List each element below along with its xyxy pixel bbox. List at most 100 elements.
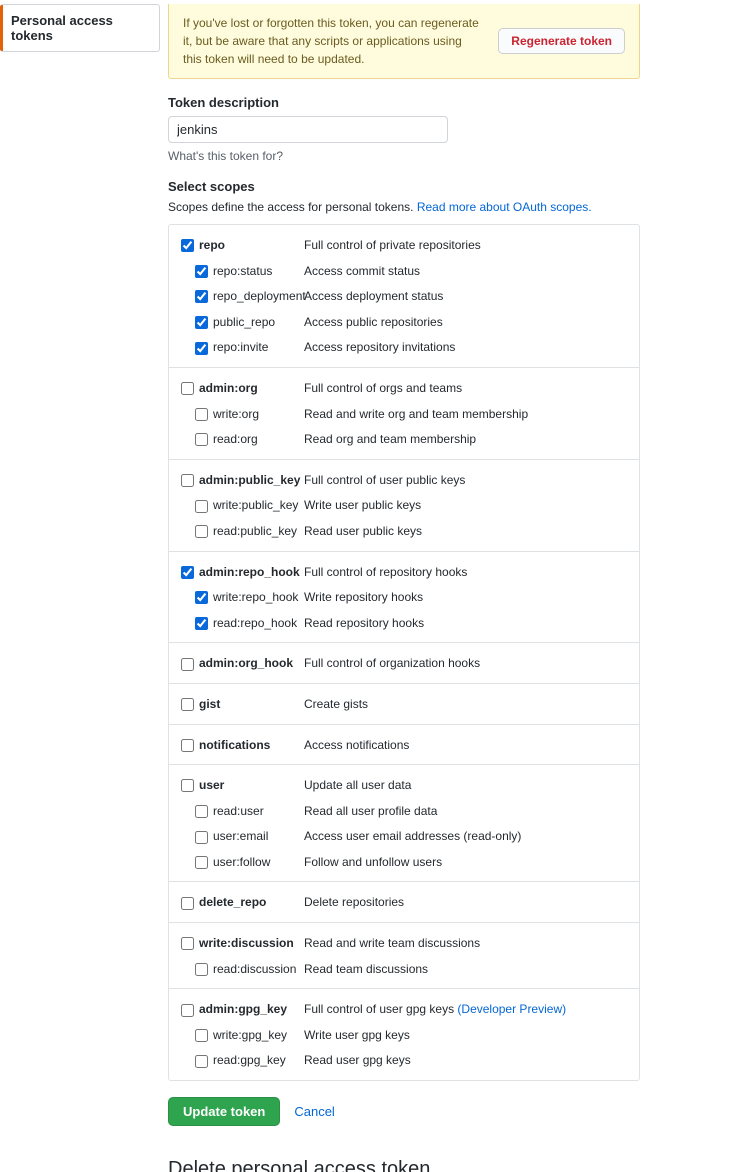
scope-group: gistCreate gists [169, 683, 639, 724]
scope-row: admin:org_hookFull control of organizati… [169, 651, 639, 677]
scope-checkbox[interactable] [195, 805, 208, 818]
regenerate-warning-banner: If you've lost or forgotten this token, … [168, 4, 640, 79]
scope-checkbox-cell [181, 779, 199, 792]
scope-checkbox[interactable] [181, 739, 194, 752]
scope-checkbox[interactable] [195, 290, 208, 303]
scope-checkbox[interactable] [195, 433, 208, 446]
scope-group: admin:public_keyFull control of user pub… [169, 459, 639, 551]
scope-checkbox-cell [181, 897, 199, 910]
scope-description: Create gists [304, 694, 627, 716]
scope-checkbox-cell [181, 739, 199, 752]
scope-row: notificationsAccess notifications [169, 733, 639, 759]
scope-checkbox-cell [181, 265, 213, 278]
scope-checkbox[interactable] [181, 566, 194, 579]
scope-checkbox[interactable] [195, 500, 208, 513]
scope-description: Read and write org and team membership [304, 404, 627, 426]
token-description-help: What's this token for? [168, 149, 640, 163]
scope-name: write:discussion [199, 933, 304, 955]
scope-row: read:orgRead org and team membership [169, 427, 639, 453]
update-token-button[interactable]: Update token [168, 1097, 280, 1126]
scope-checkbox[interactable] [181, 474, 194, 487]
scope-description: Update all user data [304, 775, 627, 797]
scope-checkbox[interactable] [195, 1055, 208, 1068]
scope-row: read:repo_hookRead repository hooks [169, 611, 639, 637]
main-content: If you've lost or forgotten this token, … [168, 4, 750, 1172]
regenerate-token-button[interactable]: Regenerate token [498, 28, 625, 54]
form-actions: Update token Cancel [168, 1097, 640, 1126]
scope-checkbox[interactable] [181, 937, 194, 950]
scope-row: admin:gpg_keyFull control of user gpg ke… [169, 997, 639, 1023]
scope-description: Read repository hooks [304, 613, 627, 635]
scope-description: Full control of user gpg keys (Developer… [304, 999, 627, 1021]
scope-checkbox-cell [181, 316, 213, 329]
scope-row: write:discussionRead and write team disc… [169, 931, 639, 957]
scope-checkbox[interactable] [181, 897, 194, 910]
sidenav-item-personal-access-tokens[interactable]: Personal access tokens [0, 4, 160, 52]
scope-checkbox[interactable] [195, 831, 208, 844]
scope-description: Read user public keys [304, 521, 627, 543]
scope-checkbox[interactable] [195, 316, 208, 329]
scope-description: Write repository hooks [304, 587, 627, 609]
scope-checkbox[interactable] [181, 779, 194, 792]
scope-row: userUpdate all user data [169, 773, 639, 799]
scope-checkbox-cell [181, 963, 213, 976]
scope-checkbox[interactable] [195, 525, 208, 538]
scope-description: Full control of user public keys [304, 470, 627, 492]
scope-row: repo_deploymentAccess deployment status [169, 284, 639, 310]
scope-group: userUpdate all user dataread:userRead al… [169, 764, 639, 881]
scope-checkbox-cell [181, 1029, 213, 1042]
scope-name: public_repo [213, 312, 304, 334]
scope-description: Access public repositories [304, 312, 627, 334]
scope-checkbox[interactable] [195, 963, 208, 976]
scope-checkbox-cell [181, 408, 213, 421]
scope-name: repo:invite [213, 337, 304, 359]
scope-checkbox[interactable] [195, 265, 208, 278]
token-description-input[interactable] [168, 116, 448, 143]
scope-name: read:public_key [213, 521, 304, 543]
scope-description: Read all user profile data [304, 801, 627, 823]
scope-description: Follow and unfollow users [304, 852, 627, 874]
scope-checkbox[interactable] [195, 408, 208, 421]
scope-checkbox[interactable] [195, 617, 208, 630]
scope-name: admin:repo_hook [199, 562, 304, 584]
scope-description: Read and write team discussions [304, 933, 627, 955]
scope-name: write:repo_hook [213, 587, 304, 609]
scope-description: Full control of repository hooks [304, 562, 627, 584]
scope-checkbox[interactable] [181, 382, 194, 395]
scope-group: admin:org_hookFull control of organizati… [169, 642, 639, 683]
scope-checkbox-cell [181, 239, 199, 252]
oauth-scopes-link[interactable]: Read more about OAuth scopes. [417, 200, 592, 214]
scope-row: repo:inviteAccess repository invitations [169, 335, 639, 361]
scope-checkbox[interactable] [181, 698, 194, 711]
scopes-intro: Scopes define the access for personal to… [168, 200, 640, 214]
scope-row: write:gpg_keyWrite user gpg keys [169, 1023, 639, 1049]
scope-name: user:email [213, 826, 304, 848]
scope-checkbox-cell [181, 658, 199, 671]
scope-checkbox-cell [181, 566, 199, 579]
cancel-link[interactable]: Cancel [294, 1104, 334, 1119]
scope-checkbox-cell [181, 1004, 199, 1017]
scope-row: repo:statusAccess commit status [169, 259, 639, 285]
scope-row: read:discussionRead team discussions [169, 957, 639, 983]
scope-name: read:discussion [213, 959, 304, 981]
scope-checkbox[interactable] [181, 658, 194, 671]
settings-sidenav: Personal access tokens [0, 4, 160, 52]
scope-name: repo [199, 235, 304, 257]
scope-checkbox[interactable] [195, 856, 208, 869]
scope-checkbox[interactable] [181, 239, 194, 252]
scope-description: Full control of orgs and teams [304, 378, 627, 400]
scope-name: admin:gpg_key [199, 999, 304, 1021]
scope-checkbox-cell [181, 831, 213, 844]
scope-checkbox[interactable] [195, 342, 208, 355]
scope-description: Read org and team membership [304, 429, 627, 451]
scope-row: gistCreate gists [169, 692, 639, 718]
scope-checkbox[interactable] [181, 1004, 194, 1017]
scope-name: admin:org_hook [199, 653, 304, 675]
scope-checkbox[interactable] [195, 591, 208, 604]
developer-preview-link[interactable]: (Developer Preview) [457, 1002, 566, 1016]
scope-name: admin:org [199, 378, 304, 400]
scope-group: admin:gpg_keyFull control of user gpg ke… [169, 988, 639, 1080]
scope-checkbox[interactable] [195, 1029, 208, 1042]
scope-name: user:follow [213, 852, 304, 874]
scope-name: repo:status [213, 261, 304, 283]
